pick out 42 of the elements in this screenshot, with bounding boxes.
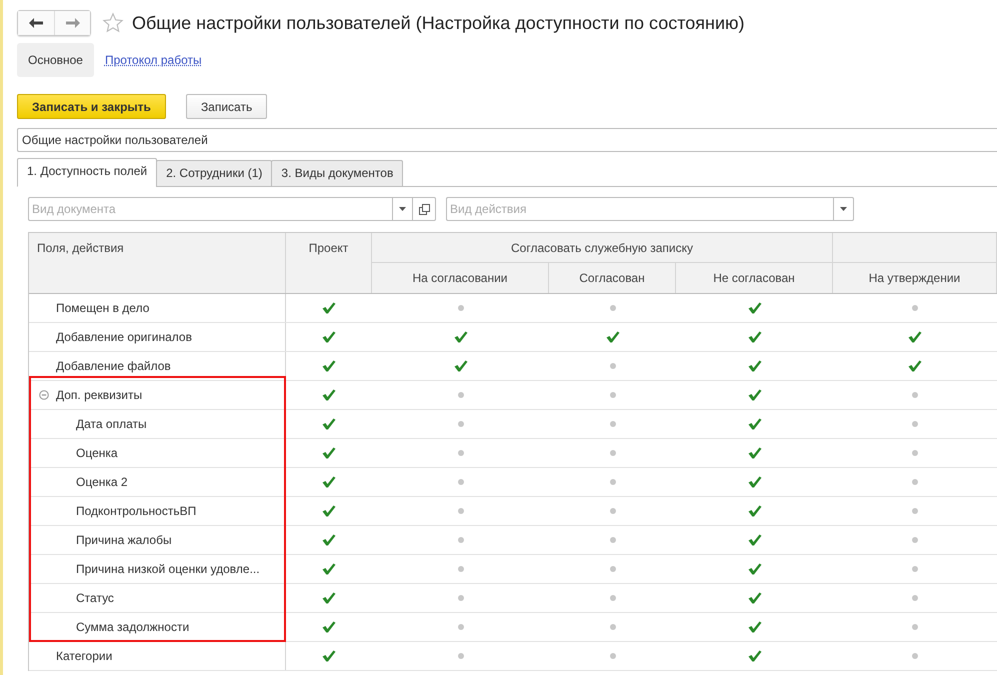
- column-header: Согласован: [549, 263, 676, 293]
- row-label: Добавление оригиналов: [56, 330, 192, 344]
- nav-link[interactable]: Основное: [17, 43, 94, 77]
- column-header: Проект: [286, 233, 372, 293]
- column-group-header: Согласовать служебную записку: [372, 233, 833, 263]
- dropdown-button[interactable]: [392, 197, 413, 221]
- row-label: Доп. реквизиты: [56, 388, 142, 402]
- dropdown-field[interactable]: Вид действия: [446, 197, 833, 221]
- save-and-close-button[interactable]: Записать и закрыть: [17, 94, 166, 119]
- tab[interactable]: 2. Сотрудники (1): [156, 160, 272, 187]
- star-icon[interactable]: [102, 12, 124, 34]
- row-label: Помещен в дело: [56, 301, 150, 315]
- left-arrow-icon: [29, 18, 43, 28]
- column-header: Поля, действия: [29, 233, 286, 293]
- row-label: Дата оплаты: [76, 417, 147, 431]
- row-label: Добавление файлов: [56, 359, 171, 373]
- caret-icon: [840, 207, 847, 211]
- tab[interactable]: 3. Виды документов: [271, 160, 404, 187]
- caret-icon: [399, 207, 406, 211]
- row-label: Оценка: [76, 446, 118, 460]
- row-label: Причина жалобы: [76, 533, 172, 547]
- save-button[interactable]: Записать: [186, 94, 268, 119]
- dropdown-button[interactable]: [833, 197, 854, 221]
- row-label: Причина низкой оценки удовле...: [76, 562, 260, 576]
- back-button[interactable]: [18, 11, 54, 35]
- row-label: Оценка 2: [76, 475, 128, 489]
- nav-link[interactable]: Протокол работы: [94, 43, 213, 77]
- column-header: Не согласован: [676, 263, 833, 293]
- right-arrow-icon: [66, 18, 80, 28]
- column-header: На согласовании: [372, 263, 549, 293]
- row-label: ПодконтрольностьВП: [76, 504, 196, 518]
- name-field[interactable]: Общие настройки пользователей: [17, 128, 997, 152]
- collapse-icon[interactable]: [39, 390, 49, 400]
- dropdown-field[interactable]: Вид документа: [28, 197, 392, 221]
- row-label: Сумма задолжности: [76, 620, 190, 634]
- window-title: Общие настройки пользователей (Настройка доступности по состоянию): [132, 12, 745, 34]
- open-button[interactable]: [413, 197, 436, 221]
- tab[interactable]: 1. Доступность полей: [17, 158, 158, 187]
- window-icon: [418, 204, 430, 214]
- row-label: Статус: [76, 591, 114, 605]
- row-label: Категории: [56, 649, 112, 663]
- column-header: На утверждении: [833, 263, 997, 293]
